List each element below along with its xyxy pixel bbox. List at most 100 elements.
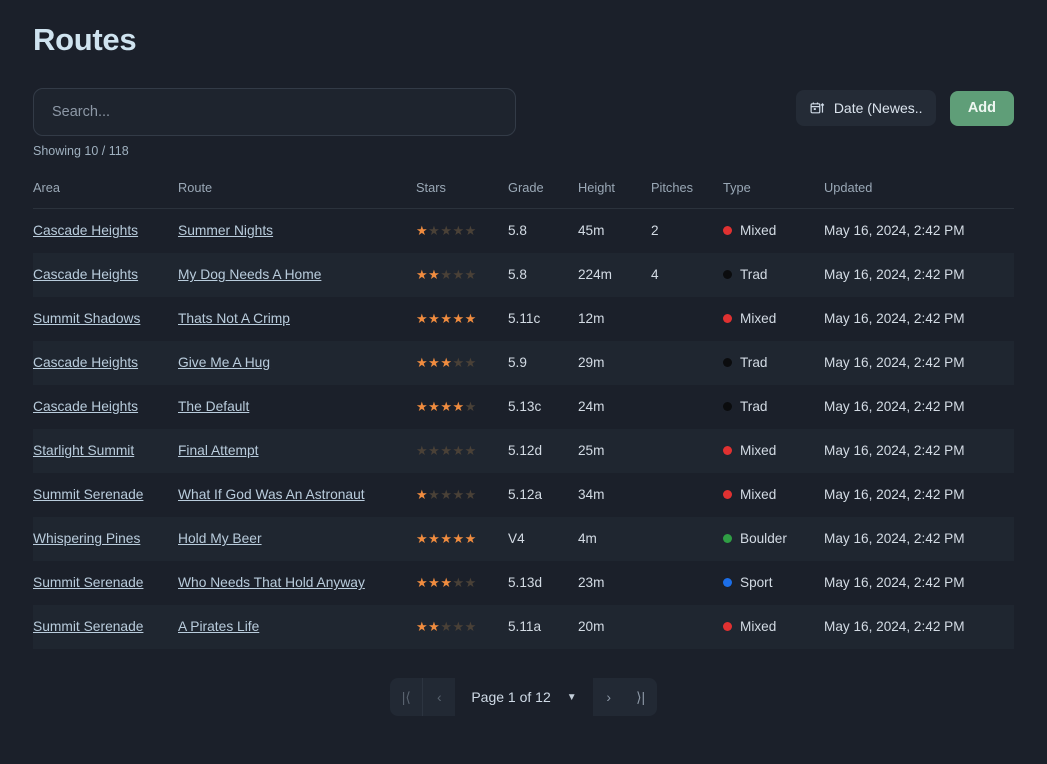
column-header-height[interactable]: Height	[578, 172, 651, 209]
cell-pitches	[651, 429, 723, 473]
area-link[interactable]: Summit Serenade	[33, 487, 143, 502]
routes-page: Routes Date (Newes... Add	[0, 0, 1047, 764]
star-filled-icon: ★	[440, 398, 453, 414]
cell-stars: ★★★★★	[416, 605, 508, 649]
page-selector[interactable]: Page 1 of 12 ▼	[455, 678, 593, 716]
route-link[interactable]: Thats Not A Crimp	[178, 311, 290, 326]
type-label: Sport	[740, 575, 773, 590]
route-link[interactable]: Summer Nights	[178, 223, 273, 238]
star-filled-icon: ★	[416, 222, 429, 238]
star-rating: ★★★★★	[416, 443, 477, 458]
star-filled-icon: ★	[416, 486, 429, 502]
type-dot-icon	[723, 358, 732, 367]
chevron-down-icon: ▼	[566, 691, 577, 703]
column-header-grade[interactable]: Grade	[508, 172, 578, 209]
first-page-button[interactable]: |⟨	[390, 678, 422, 716]
cell-area: Cascade Heights	[33, 253, 178, 297]
column-header-area[interactable]: Area	[33, 172, 178, 209]
cell-height: 29m	[578, 355, 605, 370]
next-page-button[interactable]: ›	[593, 678, 625, 716]
pagination-controls: |⟨ ‹ Page 1 of 12 ▼ › ⟩|	[390, 678, 657, 716]
area-link[interactable]: Cascade Heights	[33, 399, 138, 414]
search-input[interactable]	[33, 88, 516, 136]
star-filled-icon: ★	[428, 266, 441, 282]
route-link[interactable]: Final Attempt	[178, 443, 259, 458]
star-empty-icon: ★	[452, 574, 465, 590]
cell-route: What If God Was An Astronaut	[178, 473, 416, 517]
route-link[interactable]: What If God Was An Astronaut	[178, 487, 365, 502]
star-empty-icon: ★	[464, 486, 477, 502]
cell-height: 20m	[578, 619, 605, 634]
cell-area: Summit Serenade	[33, 605, 178, 649]
cell-grade: 5.13d	[508, 575, 543, 590]
route-link[interactable]: Give Me A Hug	[178, 355, 270, 370]
star-empty-icon: ★	[464, 574, 477, 590]
star-empty-icon: ★	[428, 442, 441, 458]
table-header-row: Area Route Stars Grade Height Pitches Ty…	[33, 172, 1014, 209]
column-header-pitches[interactable]: Pitches	[651, 172, 723, 209]
area-link[interactable]: Cascade Heights	[33, 223, 138, 238]
star-empty-icon: ★	[452, 354, 465, 370]
column-header-route[interactable]: Route	[178, 172, 416, 209]
cell-grade: 5.8	[508, 223, 527, 239]
previous-page-button[interactable]: ‹	[423, 678, 455, 716]
star-filled-icon: ★	[416, 618, 429, 634]
cell-grade: 5.13c	[508, 399, 542, 414]
page-indicator-label: Page 1 of 12	[471, 689, 551, 705]
area-link[interactable]: Cascade Heights	[33, 355, 138, 370]
table-row: Summit Serenade What If God Was An Astron…	[33, 473, 1014, 517]
column-header-stars[interactable]: Stars	[416, 172, 508, 209]
column-header-type[interactable]: Type	[723, 172, 824, 209]
type-label: Mixed	[740, 619, 777, 634]
cell-updated: May 16, 2024, 2:42 PM	[824, 443, 965, 458]
route-link[interactable]: A Pirates Life	[178, 619, 259, 634]
star-filled-icon: ★	[428, 310, 441, 326]
route-link[interactable]: The Default	[178, 399, 249, 414]
route-link[interactable]: Hold My Beer	[178, 531, 262, 546]
area-link[interactable]: Starlight Summit	[33, 443, 134, 458]
star-empty-icon: ★	[464, 354, 477, 370]
type-dot-icon	[723, 622, 732, 631]
cell-route: The Default	[178, 385, 416, 429]
cell-height: 24m	[578, 399, 605, 414]
star-filled-icon: ★	[416, 530, 429, 546]
cell-type: Mixed	[723, 297, 824, 341]
add-button[interactable]: Add	[949, 90, 1014, 126]
cell-updated: May 16, 2024, 2:42 PM	[824, 575, 965, 590]
type-label: Mixed	[740, 487, 777, 502]
area-link[interactable]: Whispering Pines	[33, 531, 140, 546]
type-label: Trad	[740, 399, 768, 414]
cell-type: Mixed	[723, 473, 824, 517]
cell-route: My Dog Needs A Home	[178, 253, 416, 297]
route-link[interactable]: My Dog Needs A Home	[178, 267, 321, 282]
cell-type: Mixed	[723, 429, 824, 473]
table-row: Summit Serenade Who Needs That Hold Anywa…	[33, 561, 1014, 605]
cell-route: Who Needs That Hold Anyway	[178, 561, 416, 605]
star-filled-icon: ★	[452, 310, 465, 326]
type-dot-icon	[723, 490, 732, 499]
star-filled-icon: ★	[440, 310, 453, 326]
sort-button[interactable]: Date (Newes...	[795, 90, 936, 126]
route-link[interactable]: Who Needs That Hold Anyway	[178, 575, 365, 590]
star-empty-icon: ★	[452, 486, 465, 502]
area-link[interactable]: Summit Serenade	[33, 619, 143, 634]
cell-stars: ★★★★★	[416, 341, 508, 385]
area-link[interactable]: Summit Serenade	[33, 575, 143, 590]
star-rating: ★★★★★	[416, 223, 477, 238]
area-link[interactable]: Cascade Heights	[33, 267, 138, 282]
type-dot-icon	[723, 226, 732, 236]
star-empty-icon: ★	[452, 266, 465, 282]
area-link[interactable]: Summit Shadows	[33, 311, 140, 326]
cell-updated: May 16, 2024, 2:42 PM	[824, 267, 965, 282]
cell-route: Summer Nights	[178, 209, 416, 253]
cell-stars: ★★★★★	[416, 209, 508, 253]
cell-stars: ★★★★★	[416, 253, 508, 297]
cell-height: 4m	[578, 531, 597, 546]
column-header-updated[interactable]: Updated	[824, 172, 1014, 209]
cell-route: Hold My Beer	[178, 517, 416, 561]
last-page-button[interactable]: ⟩|	[625, 678, 657, 716]
star-filled-icon: ★	[452, 530, 465, 546]
cell-grade: V4	[508, 531, 525, 546]
cell-updated: May 16, 2024, 2:42 PM	[824, 487, 965, 502]
cell-type: Mixed	[723, 209, 824, 253]
